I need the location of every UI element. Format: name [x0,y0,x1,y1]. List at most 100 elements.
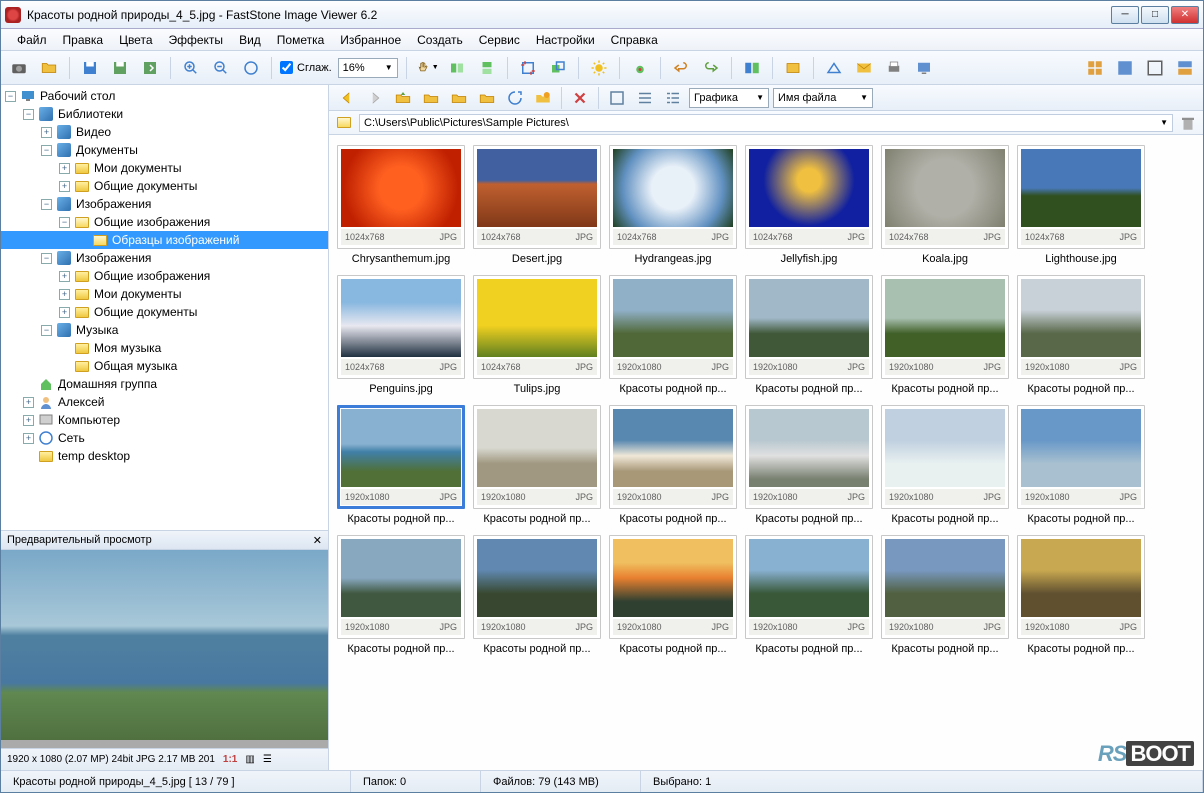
thumbnail[interactable]: 1920x1080JPGКрасоты родной пр... [1017,535,1145,655]
menu-Избранное[interactable]: Избранное [332,30,409,50]
tree-item[interactable]: Моя музыка [1,339,328,357]
tree-item[interactable]: −Музыка [1,321,328,339]
smooth-checkbox[interactable]: Сглаж. [280,61,332,74]
menu-Вид[interactable]: Вид [231,30,269,50]
zoom-out-icon[interactable] [209,56,233,80]
trash-icon[interactable] [1179,114,1197,132]
zoom-fit-icon[interactable] [239,56,263,80]
thumbnail[interactable]: 1920x1080JPGКрасоты родной пр... [1017,275,1145,395]
view-image-icon[interactable] [1113,56,1137,80]
tree-item[interactable]: Общая музыка [1,357,328,375]
crop-icon[interactable] [516,56,540,80]
tree-item[interactable]: Домашняя группа [1,375,328,393]
nav-forward-icon[interactable] [363,86,387,110]
thumbnail[interactable]: 1024x768JPGJellyfish.jpg [745,145,873,265]
tree-item[interactable]: −Изображения [1,249,328,267]
tree-item[interactable]: +Общие документы [1,177,328,195]
camera-icon[interactable] [7,56,31,80]
tree-item[interactable]: +Общие изображения [1,267,328,285]
tree-item[interactable]: −Общие изображения [1,213,328,231]
nav-up-icon[interactable] [391,86,415,110]
zoom-select[interactable]: 16%▼ [338,58,398,78]
maximize-button[interactable]: □ [1141,6,1169,24]
view-list-icon[interactable] [633,86,657,110]
folder-tree[interactable]: −Рабочий стол−Библиотеки+Видео−Документы… [1,85,328,530]
thumbnail[interactable]: 1920x1080JPGКрасоты родной пр... [745,275,873,395]
menu-Справка[interactable]: Справка [603,30,666,50]
flip-v-icon[interactable] [475,56,499,80]
thumbnail[interactable]: 1920x1080JPGКрасоты родной пр... [337,535,465,655]
thumbnail[interactable]: 1920x1080JPGКрасоты родной пр... [609,275,737,395]
save-icon[interactable] [78,56,102,80]
view-split-icon[interactable] [1173,56,1197,80]
tree-item[interactable]: +Компьютер [1,411,328,429]
tree-item[interactable]: temp desktop [1,447,328,465]
tree-item[interactable]: −Библиотеки [1,105,328,123]
thumbnail[interactable]: 1024x768JPGChrysanthemum.jpg [337,145,465,265]
menu-Цвета[interactable]: Цвета [111,30,160,50]
brightness-icon[interactable] [587,56,611,80]
menu-Сервис[interactable]: Сервис [471,30,528,50]
nav-home-icon[interactable] [447,86,471,110]
menu-Файл[interactable]: Файл [9,30,55,50]
redeye-icon[interactable] [628,56,652,80]
histogram-icon[interactable]: ▥ [245,754,254,765]
thumbnail[interactable]: 1920x1080JPGКрасоты родной пр... [609,405,737,525]
thumbnail[interactable]: 1920x1080JPGКрасоты родной пр... [745,405,873,525]
thumbnail[interactable]: 1920x1080JPGКрасоты родной пр... [881,535,1009,655]
minimize-button[interactable]: ─ [1111,6,1139,24]
tree-item[interactable]: Образцы изображений [1,231,328,249]
nav-newfolder-icon[interactable] [531,86,555,110]
tree-item[interactable]: −Изображения [1,195,328,213]
save-as-icon[interactable] [108,56,132,80]
thumbnail[interactable]: 1024x768JPGLighthouse.jpg [1017,145,1145,265]
thumbnail[interactable]: 1920x1080JPGКрасоты родной пр... [473,405,601,525]
hand-icon[interactable]: ▼ [415,56,439,80]
undo-icon[interactable] [669,56,693,80]
nav-refresh-icon[interactable] [419,86,443,110]
view-large-icon[interactable] [605,86,629,110]
thumbnail[interactable]: 1920x1080JPGКрасоты родной пр... [337,405,465,525]
view-fullscreen-icon[interactable] [1143,56,1167,80]
preview-close-icon[interactable]: ✕ [313,534,322,547]
nav-fav-icon[interactable] [475,86,499,110]
view-thumbs-icon[interactable] [1083,56,1107,80]
wallpaper-icon[interactable] [912,56,936,80]
scan-icon[interactable] [822,56,846,80]
slideshow-icon[interactable] [781,56,805,80]
tree-item[interactable]: +Мои документы [1,159,328,177]
tree-item[interactable]: +Сеть [1,429,328,447]
thumbnail[interactable]: 1920x1080JPGКрасоты родной пр... [881,405,1009,525]
tree-item[interactable]: +Видео [1,123,328,141]
thumbnail[interactable]: 1920x1080JPGКрасоты родной пр... [881,275,1009,395]
tree-item[interactable]: +Общие документы [1,303,328,321]
thumbnail[interactable]: 1024x768JPGHydrangeas.jpg [609,145,737,265]
thumbnail[interactable]: 1024x768JPGPenguins.jpg [337,275,465,395]
menu-Настройки[interactable]: Настройки [528,30,603,50]
nav-reload-icon[interactable] [503,86,527,110]
tree-item[interactable]: −Документы [1,141,328,159]
menu-Создать[interactable]: Создать [409,30,471,50]
export-icon[interactable] [138,56,162,80]
menu-Правка[interactable]: Правка [55,30,112,50]
thumbnail-grid[interactable]: 1024x768JPGChrysanthemum.jpg1024x768JPGD… [329,135,1203,770]
compare-icon[interactable] [740,56,764,80]
close-button[interactable]: ✕ [1171,6,1199,24]
info-icon[interactable]: ☰ [263,754,272,765]
delete-icon[interactable] [568,86,592,110]
nav-back-icon[interactable] [335,86,359,110]
thumbnail[interactable]: 1024x768JPGTulips.jpg [473,275,601,395]
view-filter-select[interactable]: Графика▼ [689,88,769,108]
resize-icon[interactable] [546,56,570,80]
redo-icon[interactable] [699,56,723,80]
print-icon[interactable] [882,56,906,80]
thumbnail[interactable]: 1024x768JPGKoala.jpg [881,145,1009,265]
thumbnail[interactable]: 1920x1080JPGКрасоты родной пр... [473,535,601,655]
path-folder-icon[interactable] [335,114,353,132]
menu-Пометка[interactable]: Пометка [269,30,333,50]
flip-h-icon[interactable] [445,56,469,80]
menu-Эффекты[interactable]: Эффекты [161,30,232,50]
tree-item[interactable]: +Мои документы [1,285,328,303]
sort-select[interactable]: Имя файла▼ [773,88,873,108]
zoom-in-icon[interactable] [179,56,203,80]
